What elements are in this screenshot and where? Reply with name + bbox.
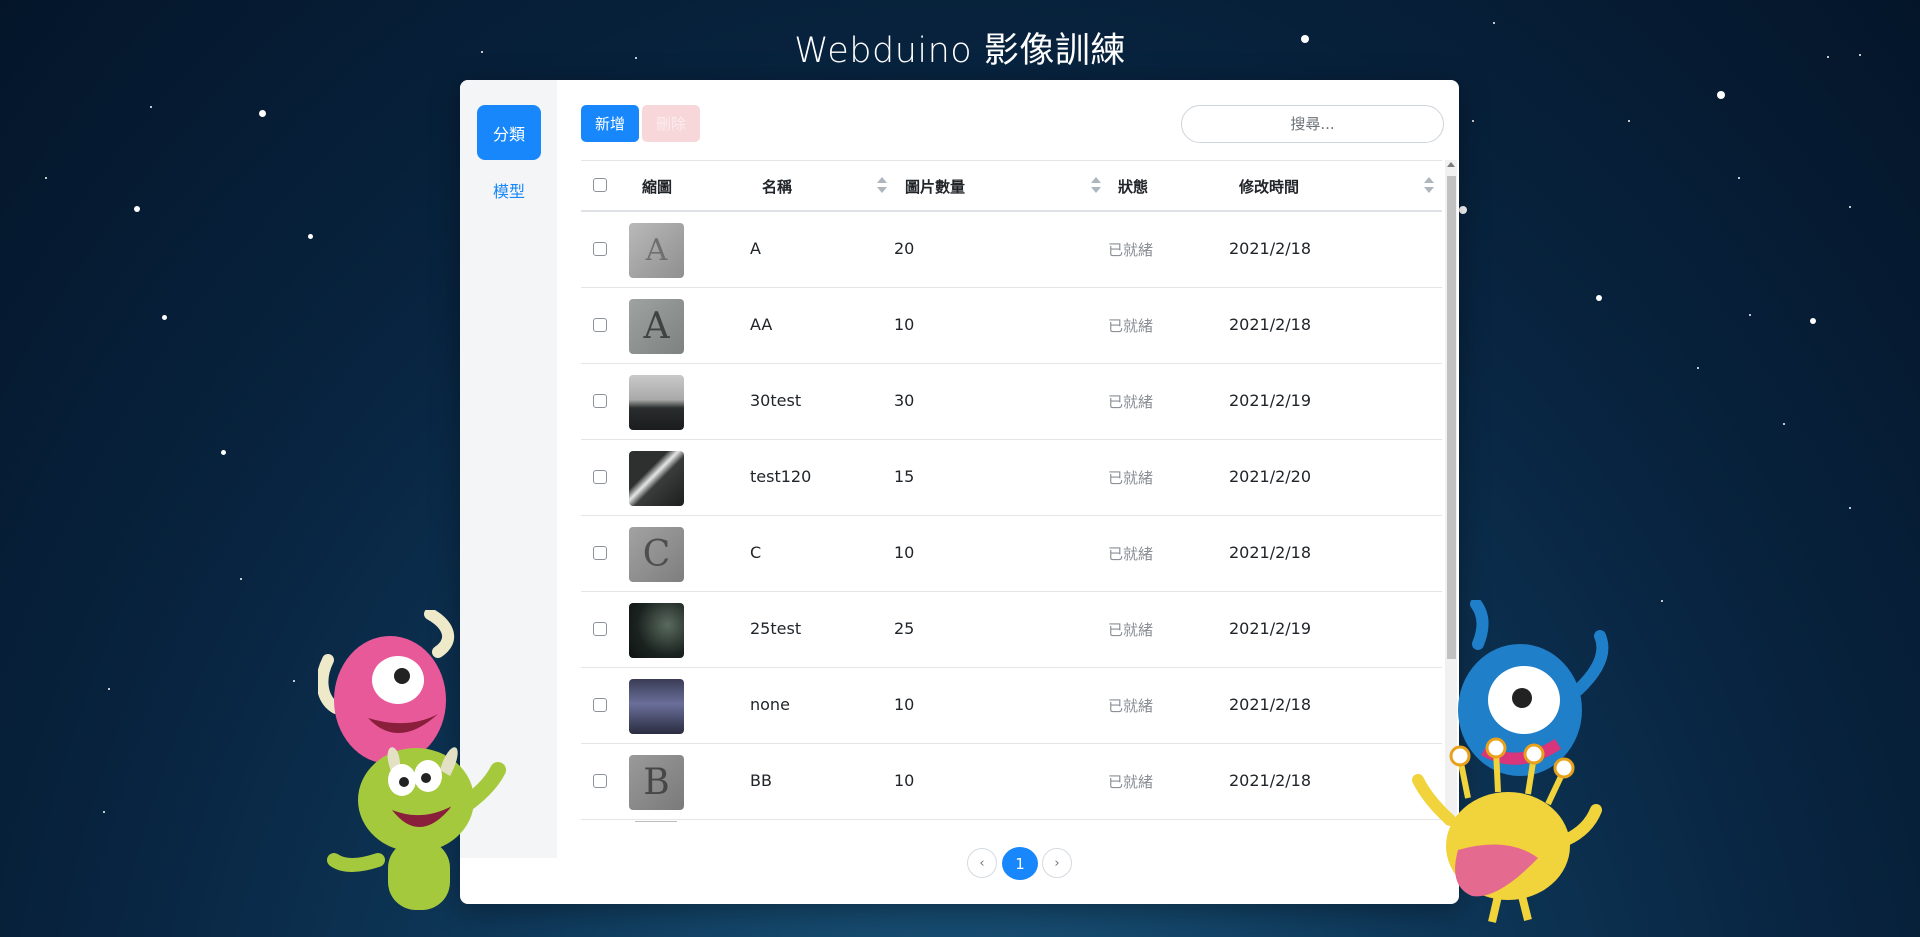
next-page-button[interactable]: › <box>1042 848 1072 878</box>
table-row[interactable]: test120 15 已就緒 2021/2/20 <box>581 439 1442 516</box>
row-modified: 2021/2/18 <box>1229 543 1312 562</box>
table-header: 縮圖 名稱 圖片數量 狀態 修改時間 <box>581 161 1442 212</box>
row-status: 已就緒 <box>1108 317 1154 335</box>
row-checkbox[interactable] <box>593 698 607 712</box>
add-button[interactable]: 新增 <box>581 105 639 142</box>
row-count: 10 <box>894 771 915 790</box>
row-status: 已就緒 <box>1108 621 1154 639</box>
row-checkbox[interactable] <box>593 774 607 788</box>
thumbnail-image <box>629 451 684 506</box>
thumbnail-image: C <box>629 527 684 582</box>
row-checkbox[interactable] <box>593 242 607 256</box>
column-header-status: 狀態 <box>1118 178 1149 196</box>
thumbnail-image <box>629 679 684 734</box>
thumbnail-image <box>629 375 684 430</box>
row-name: AA <box>750 315 773 334</box>
row-modified: 2021/2/19 <box>1229 619 1312 638</box>
sort-name-icon[interactable] <box>877 177 887 193</box>
row-status: 已就緒 <box>1108 697 1154 715</box>
row-checkbox[interactable] <box>593 470 607 484</box>
category-table: 縮圖 名稱 圖片數量 狀態 修改時間 A A 20 已就緒 2021/2/18 … <box>581 160 1442 826</box>
table-row[interactable]: none 10 已就緒 2021/2/18 <box>581 667 1442 744</box>
sort-count-icon[interactable] <box>1091 177 1101 193</box>
row-count: 25 <box>894 619 915 638</box>
column-header-name[interactable]: 名稱 <box>762 176 792 197</box>
blue-yellow-monsters-illustration <box>1412 600 1609 923</box>
row-checkbox[interactable] <box>593 394 607 408</box>
row-modified: 2021/2/20 <box>1229 467 1312 486</box>
select-all-checkbox[interactable] <box>593 178 607 192</box>
column-header-modified[interactable]: 修改時間 <box>1239 176 1299 197</box>
sidebar-item-category[interactable]: 分類 <box>477 105 541 160</box>
sort-modified-icon[interactable] <box>1424 177 1434 193</box>
table-row[interactable]: B BB 10 已就緒 2021/2/18 <box>581 743 1442 820</box>
row-checkbox[interactable] <box>593 622 607 636</box>
row-name: A <box>750 239 761 258</box>
row-name: C <box>750 543 762 562</box>
row-modified: 2021/2/19 <box>1229 391 1312 410</box>
thumbnail-image: A <box>629 299 684 354</box>
row-checkbox[interactable] <box>593 318 607 332</box>
row-name: 25test <box>750 619 802 638</box>
row-name: 30test <box>750 391 802 410</box>
search-input[interactable] <box>1181 105 1444 143</box>
table-row[interactable]: A A 20 已就緒 2021/2/18 <box>581 211 1442 288</box>
scrollbar-thumb[interactable] <box>1447 176 1456 659</box>
column-header-count[interactable]: 圖片數量 <box>905 176 965 197</box>
table-row-partial <box>581 819 1442 826</box>
row-modified: 2021/2/18 <box>1229 239 1312 258</box>
page-1-button[interactable]: 1 <box>1002 847 1038 880</box>
row-name: none <box>750 695 790 714</box>
pink-green-monsters-illustration <box>318 610 506 910</box>
table-row[interactable]: A AA 10 已就緒 2021/2/18 <box>581 287 1442 364</box>
row-modified: 2021/2/18 <box>1229 771 1312 790</box>
row-name: BB <box>750 771 772 790</box>
table-row[interactable]: 25test 25 已就緒 2021/2/19 <box>581 591 1442 668</box>
table-row[interactable]: 30test 30 已就緒 2021/2/19 <box>581 363 1442 440</box>
row-status: 已就緒 <box>1108 545 1154 563</box>
app-title: Webduino 影像訓練 <box>794 31 1126 71</box>
thumbnail-image: B <box>629 755 684 810</box>
row-count: 20 <box>894 239 915 258</box>
row-count: 10 <box>894 543 915 562</box>
thumbnail-image <box>629 603 684 658</box>
row-status: 已就緒 <box>1108 241 1154 259</box>
row-status: 已就緒 <box>1108 393 1154 411</box>
row-status: 已就緒 <box>1108 773 1154 791</box>
row-status: 已就緒 <box>1108 469 1154 487</box>
row-modified: 2021/2/18 <box>1229 315 1312 334</box>
row-modified: 2021/2/18 <box>1229 695 1312 714</box>
prev-page-button[interactable]: ‹ <box>967 848 997 878</box>
table-row[interactable]: C C 10 已就緒 2021/2/18 <box>581 515 1442 592</box>
delete-button[interactable]: 刪除 <box>642 105 700 142</box>
row-count: 10 <box>894 695 915 714</box>
thumbnail-image: A <box>629 223 684 278</box>
row-count: 30 <box>894 391 915 410</box>
row-checkbox[interactable] <box>593 546 607 560</box>
scroll-up-arrow-icon[interactable] <box>1447 162 1455 167</box>
sidebar-item-model[interactable]: 模型 <box>477 178 541 202</box>
column-header-thumb: 縮圖 <box>642 178 673 196</box>
row-count: 10 <box>894 315 915 334</box>
row-count: 15 <box>894 467 915 486</box>
row-name: test120 <box>750 467 812 486</box>
main-panel: 分類 模型 新增 刪除 縮圖 名稱 圖片數量 狀態 修改時間 A A 20 已就… <box>460 80 1459 904</box>
